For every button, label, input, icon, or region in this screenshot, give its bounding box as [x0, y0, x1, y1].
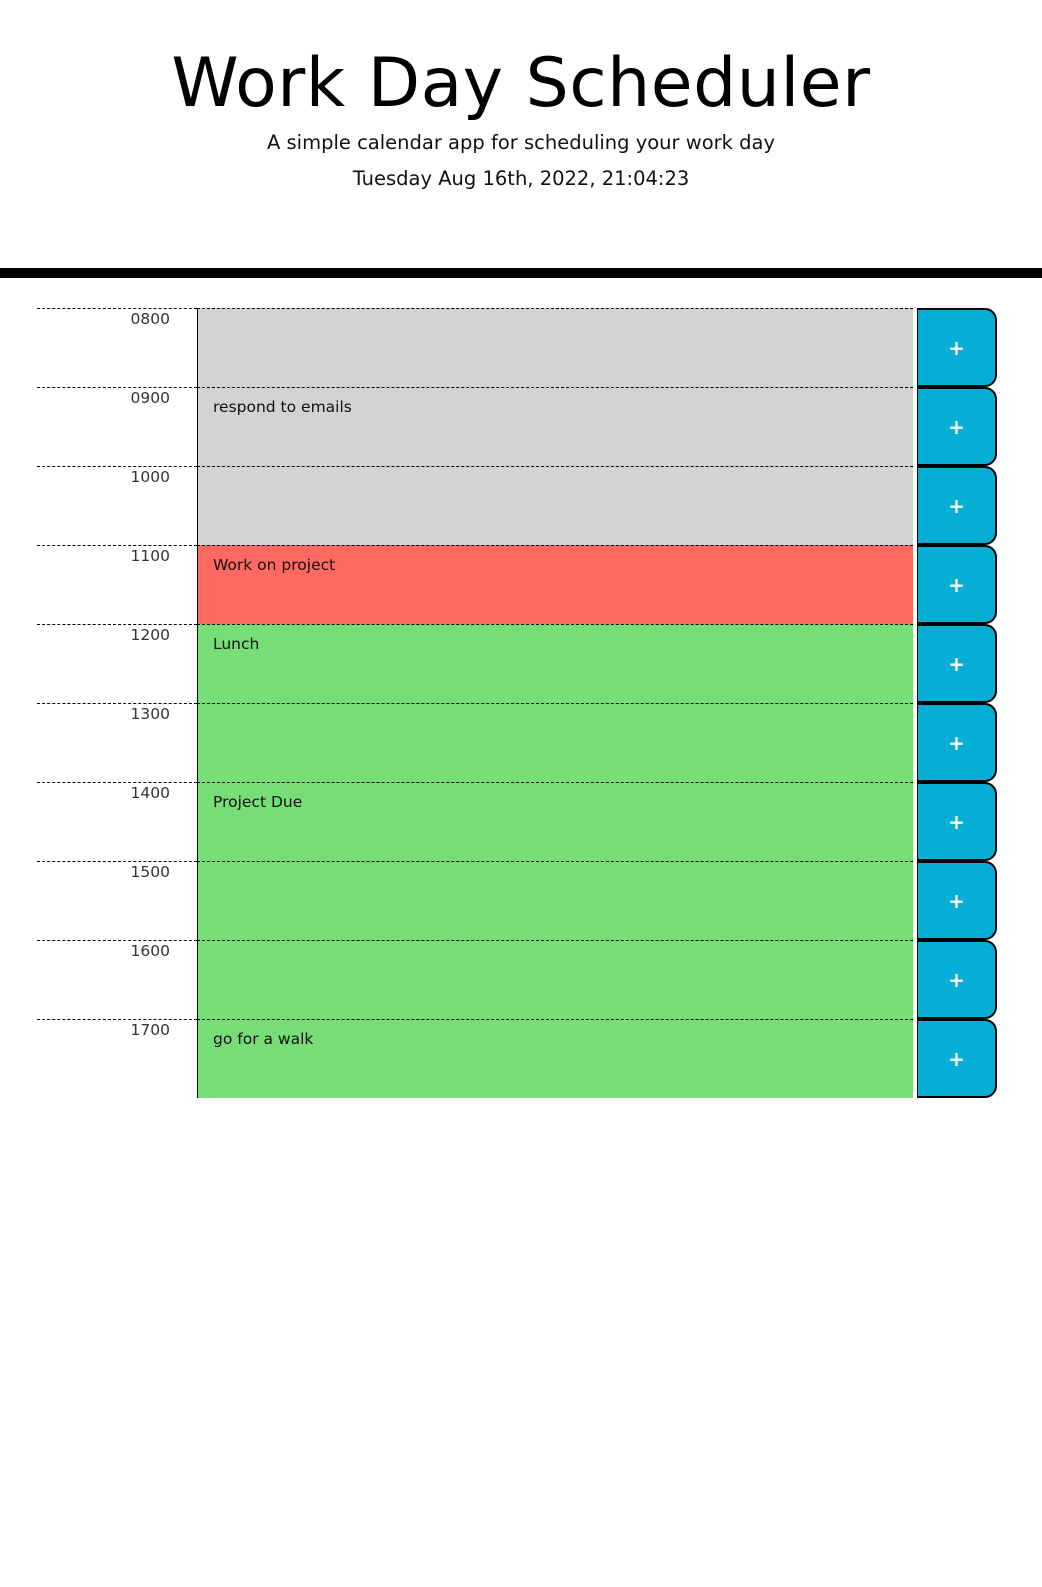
time-block-1600: 1600 +: [37, 940, 997, 1019]
plus-icon: +: [948, 651, 965, 676]
page-title: Work Day Scheduler: [171, 44, 871, 123]
time-block-1700: 1700 go for a walk +: [37, 1019, 997, 1098]
plus-icon: +: [948, 888, 965, 913]
time-block-1400: 1400 Project Due +: [37, 782, 997, 861]
plus-icon: +: [948, 809, 965, 834]
hour-label: 1600: [37, 940, 197, 1019]
hour-label: 0900: [37, 387, 197, 466]
event-description[interactable]: [197, 466, 913, 545]
save-button[interactable]: +: [917, 387, 997, 466]
hour-label: 1100: [37, 545, 197, 624]
event-description[interactable]: go for a walk: [197, 1019, 913, 1098]
event-description[interactable]: Project Due: [197, 782, 913, 861]
hour-label: 1200: [37, 624, 197, 703]
hour-label: 1400: [37, 782, 197, 861]
plus-icon: +: [948, 493, 965, 518]
save-button[interactable]: +: [917, 703, 997, 782]
event-description[interactable]: Lunch: [197, 624, 913, 703]
time-block-1200: 1200 Lunch +: [37, 624, 997, 703]
event-description[interactable]: [197, 308, 913, 387]
time-block-1500: 1500 +: [37, 861, 997, 940]
save-button[interactable]: +: [917, 308, 997, 387]
plus-icon: +: [948, 967, 965, 992]
header: Work Day Scheduler A simple calendar app…: [0, 0, 1042, 278]
plus-icon: +: [948, 730, 965, 755]
save-button[interactable]: +: [917, 466, 997, 545]
save-button[interactable]: +: [917, 861, 997, 940]
hour-label: 0800: [37, 308, 197, 387]
save-button[interactable]: +: [917, 1019, 997, 1098]
save-button[interactable]: +: [917, 782, 997, 861]
save-button[interactable]: +: [917, 940, 997, 1019]
time-block-1300: 1300 +: [37, 703, 997, 782]
event-description[interactable]: respond to emails: [197, 387, 913, 466]
page-subtitle: A simple calendar app for scheduling you…: [266, 131, 776, 154]
hour-label: 1000: [37, 466, 197, 545]
time-block-0800: 0800 +: [37, 308, 997, 387]
event-description[interactable]: [197, 940, 913, 1019]
save-button[interactable]: +: [917, 545, 997, 624]
hour-label: 1300: [37, 703, 197, 782]
current-day: Tuesday Aug 16th, 2022, 21:04:23: [352, 167, 690, 190]
hour-label: 1500: [37, 861, 197, 940]
event-description[interactable]: [197, 703, 913, 782]
event-description[interactable]: [197, 861, 913, 940]
time-block-0900: 0900 respond to emails +: [37, 387, 997, 466]
time-block-1000: 1000 +: [37, 466, 997, 545]
plus-icon: +: [948, 414, 965, 439]
time-block-1100: 1100 Work on project +: [37, 545, 997, 624]
event-description[interactable]: Work on project: [197, 545, 913, 624]
save-button[interactable]: +: [917, 624, 997, 703]
plus-icon: +: [948, 572, 965, 597]
plus-icon: +: [948, 335, 965, 360]
plus-icon: +: [948, 1046, 965, 1071]
hour-label: 1700: [37, 1019, 197, 1098]
